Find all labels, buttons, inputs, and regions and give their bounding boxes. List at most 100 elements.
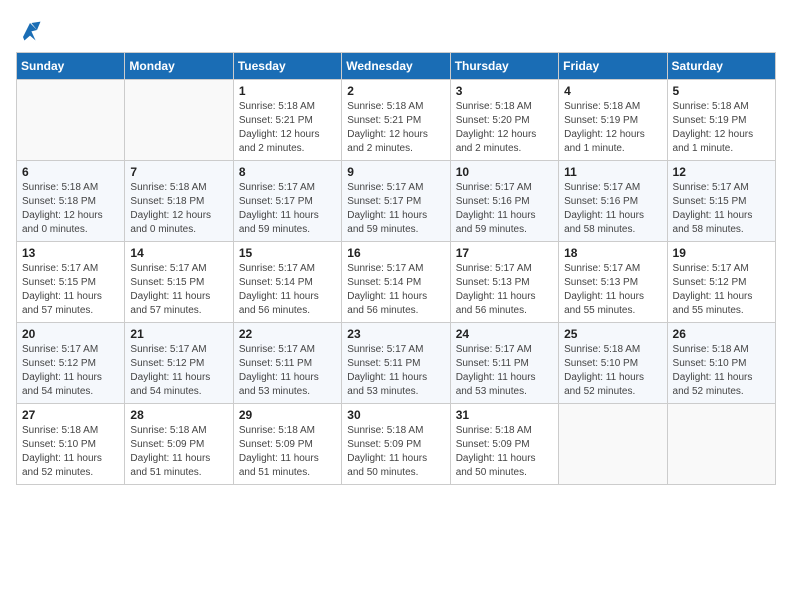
calendar-week-row: 20 Sunrise: 5:17 AM Sunset: 5:12 PM Dayli… bbox=[17, 323, 776, 404]
calendar-cell: 30 Sunrise: 5:18 AM Sunset: 5:09 PM Dayli… bbox=[342, 404, 450, 485]
day-info: Sunrise: 5:18 AM Sunset: 5:21 PM Dayligh… bbox=[347, 100, 444, 156]
calendar-cell bbox=[125, 80, 233, 161]
calendar-cell: 17 Sunrise: 5:17 AM Sunset: 5:13 PM Dayli… bbox=[450, 242, 558, 323]
day-number: 14 bbox=[130, 246, 227, 260]
day-info: Sunrise: 5:17 AM Sunset: 5:16 PM Dayligh… bbox=[564, 181, 661, 237]
calendar-cell: 27Sunrise: 5:18 AM Sunset: 5:10 PM Dayli… bbox=[17, 404, 125, 485]
calendar-cell: 14Sunrise: 5:17 AM Sunset: 5:15 PM Dayli… bbox=[125, 242, 233, 323]
calendar-week-row: 13 Sunrise: 5:17 AM Sunset: 5:15 PM Dayli… bbox=[17, 242, 776, 323]
day-number: 24 bbox=[456, 327, 553, 341]
day-info: Sunrise: 5:18 AM Sunset: 5:18 PM Dayligh… bbox=[22, 181, 119, 237]
day-info: Sunrise: 5:17 AM Sunset: 5:11 PM Dayligh… bbox=[347, 343, 444, 399]
day-info: Sunrise: 5:17 AM Sunset: 5:15 PM Dayligh… bbox=[673, 181, 770, 237]
day-number: 26 bbox=[673, 327, 770, 341]
day-number: 20 bbox=[22, 327, 119, 341]
day-info: Sunrise: 5:18 AM Sunset: 5:18 PM Dayligh… bbox=[130, 181, 227, 237]
day-info: Sunrise: 5:17 AM Sunset: 5:17 PM Dayligh… bbox=[347, 181, 444, 237]
calendar-cell: 8 Sunrise: 5:17 AM Sunset: 5:17 PM Daylig… bbox=[233, 161, 341, 242]
calendar-cell bbox=[667, 404, 775, 485]
day-info: Sunrise: 5:17 AM Sunset: 5:16 PM Dayligh… bbox=[456, 181, 553, 237]
day-number: 8 bbox=[239, 165, 336, 179]
calendar-cell: 16 Sunrise: 5:17 AM Sunset: 5:14 PM Dayli… bbox=[342, 242, 450, 323]
day-info: Sunrise: 5:17 AM Sunset: 5:12 PM Dayligh… bbox=[130, 343, 227, 399]
day-number: 13 bbox=[22, 246, 119, 260]
weekday-header: Tuesday bbox=[233, 53, 341, 80]
calendar-cell: 9 Sunrise: 5:17 AM Sunset: 5:17 PM Daylig… bbox=[342, 161, 450, 242]
calendar-cell bbox=[17, 80, 125, 161]
calendar-week-row: 1 Sunrise: 5:18 AM Sunset: 5:21 PM Daylig… bbox=[17, 80, 776, 161]
day-number: 10 bbox=[456, 165, 553, 179]
day-number: 16 bbox=[347, 246, 444, 260]
day-info: Sunrise: 5:18 AM Sunset: 5:20 PM Dayligh… bbox=[456, 100, 553, 156]
calendar-cell: 5 Sunrise: 5:18 AM Sunset: 5:19 PM Daylig… bbox=[667, 80, 775, 161]
day-info: Sunrise: 5:17 AM Sunset: 5:11 PM Dayligh… bbox=[239, 343, 336, 399]
day-number: 3 bbox=[456, 84, 553, 98]
page-header bbox=[16, 16, 776, 44]
calendar-cell: 2 Sunrise: 5:18 AM Sunset: 5:21 PM Daylig… bbox=[342, 80, 450, 161]
day-number: 29 bbox=[239, 408, 336, 422]
day-info: Sunrise: 5:18 AM Sunset: 5:09 PM Dayligh… bbox=[456, 424, 553, 480]
calendar-cell: 12 Sunrise: 5:17 AM Sunset: 5:15 PM Dayli… bbox=[667, 161, 775, 242]
calendar-cell: 7Sunrise: 5:18 AM Sunset: 5:18 PM Daylig… bbox=[125, 161, 233, 242]
weekday-header: Friday bbox=[559, 53, 667, 80]
day-number: 23 bbox=[347, 327, 444, 341]
day-info: Sunrise: 5:18 AM Sunset: 5:09 PM Dayligh… bbox=[130, 424, 227, 480]
day-number: 30 bbox=[347, 408, 444, 422]
day-info: Sunrise: 5:17 AM Sunset: 5:12 PM Dayligh… bbox=[22, 343, 119, 399]
calendar-cell: 13 Sunrise: 5:17 AM Sunset: 5:15 PM Dayli… bbox=[17, 242, 125, 323]
day-info: Sunrise: 5:18 AM Sunset: 5:19 PM Dayligh… bbox=[673, 100, 770, 156]
day-info: Sunrise: 5:17 AM Sunset: 5:15 PM Dayligh… bbox=[22, 262, 119, 318]
day-number: 19 bbox=[673, 246, 770, 260]
day-number: 22 bbox=[239, 327, 336, 341]
day-number: 5 bbox=[673, 84, 770, 98]
day-info: Sunrise: 5:17 AM Sunset: 5:17 PM Dayligh… bbox=[239, 181, 336, 237]
calendar-cell: 15Sunrise: 5:17 AM Sunset: 5:14 PM Dayli… bbox=[233, 242, 341, 323]
calendar-cell: 11 Sunrise: 5:17 AM Sunset: 5:16 PM Dayli… bbox=[559, 161, 667, 242]
day-number: 31 bbox=[456, 408, 553, 422]
calendar-cell: 18Sunrise: 5:17 AM Sunset: 5:13 PM Dayli… bbox=[559, 242, 667, 323]
day-info: Sunrise: 5:17 AM Sunset: 5:13 PM Dayligh… bbox=[564, 262, 661, 318]
day-info: Sunrise: 5:17 AM Sunset: 5:14 PM Dayligh… bbox=[347, 262, 444, 318]
day-number: 4 bbox=[564, 84, 661, 98]
calendar-week-row: 27Sunrise: 5:18 AM Sunset: 5:10 PM Dayli… bbox=[17, 404, 776, 485]
calendar-cell bbox=[559, 404, 667, 485]
day-number: 17 bbox=[456, 246, 553, 260]
day-info: Sunrise: 5:18 AM Sunset: 5:09 PM Dayligh… bbox=[347, 424, 444, 480]
calendar-cell: 28 Sunrise: 5:18 AM Sunset: 5:09 PM Dayli… bbox=[125, 404, 233, 485]
calendar-week-row: 6Sunrise: 5:18 AM Sunset: 5:18 PM Daylig… bbox=[17, 161, 776, 242]
day-number: 21 bbox=[130, 327, 227, 341]
day-info: Sunrise: 5:17 AM Sunset: 5:13 PM Dayligh… bbox=[456, 262, 553, 318]
calendar-cell: 6Sunrise: 5:18 AM Sunset: 5:18 PM Daylig… bbox=[17, 161, 125, 242]
calendar-cell: 1Sunrise: 5:18 AM Sunset: 5:21 PM Daylig… bbox=[233, 80, 341, 161]
day-info: Sunrise: 5:18 AM Sunset: 5:19 PM Dayligh… bbox=[564, 100, 661, 156]
day-info: Sunrise: 5:17 AM Sunset: 5:11 PM Dayligh… bbox=[456, 343, 553, 399]
day-number: 28 bbox=[130, 408, 227, 422]
day-info: Sunrise: 5:18 AM Sunset: 5:10 PM Dayligh… bbox=[22, 424, 119, 480]
day-number: 9 bbox=[347, 165, 444, 179]
day-number: 1 bbox=[239, 84, 336, 98]
calendar-cell: 3 Sunrise: 5:18 AM Sunset: 5:20 PM Daylig… bbox=[450, 80, 558, 161]
calendar-cell: 23 Sunrise: 5:17 AM Sunset: 5:11 PM Dayli… bbox=[342, 323, 450, 404]
calendar-cell: 22 Sunrise: 5:17 AM Sunset: 5:11 PM Dayli… bbox=[233, 323, 341, 404]
calendar-cell: 4 Sunrise: 5:18 AM Sunset: 5:19 PM Daylig… bbox=[559, 80, 667, 161]
day-info: Sunrise: 5:17 AM Sunset: 5:12 PM Dayligh… bbox=[673, 262, 770, 318]
calendar-cell: 20 Sunrise: 5:17 AM Sunset: 5:12 PM Dayli… bbox=[17, 323, 125, 404]
weekday-header: Sunday bbox=[17, 53, 125, 80]
weekday-header: Thursday bbox=[450, 53, 558, 80]
calendar-header-row: SundayMondayTuesdayWednesdayThursdayFrid… bbox=[17, 53, 776, 80]
day-number: 12 bbox=[673, 165, 770, 179]
calendar-cell: 10 Sunrise: 5:17 AM Sunset: 5:16 PM Dayli… bbox=[450, 161, 558, 242]
day-number: 2 bbox=[347, 84, 444, 98]
calendar-cell: 24 Sunrise: 5:17 AM Sunset: 5:11 PM Dayli… bbox=[450, 323, 558, 404]
weekday-header: Monday bbox=[125, 53, 233, 80]
calendar-cell: 31 Sunrise: 5:18 AM Sunset: 5:09 PM Dayli… bbox=[450, 404, 558, 485]
weekday-header: Wednesday bbox=[342, 53, 450, 80]
calendar-cell: 29Sunrise: 5:18 AM Sunset: 5:09 PM Dayli… bbox=[233, 404, 341, 485]
logo-icon bbox=[16, 16, 44, 44]
day-number: 11 bbox=[564, 165, 661, 179]
calendar-cell: 25Sunrise: 5:18 AM Sunset: 5:10 PM Dayli… bbox=[559, 323, 667, 404]
weekday-header: Saturday bbox=[667, 53, 775, 80]
calendar-cell: 19 Sunrise: 5:17 AM Sunset: 5:12 PM Dayli… bbox=[667, 242, 775, 323]
day-info: Sunrise: 5:18 AM Sunset: 5:10 PM Dayligh… bbox=[673, 343, 770, 399]
calendar-cell: 26 Sunrise: 5:18 AM Sunset: 5:10 PM Dayli… bbox=[667, 323, 775, 404]
